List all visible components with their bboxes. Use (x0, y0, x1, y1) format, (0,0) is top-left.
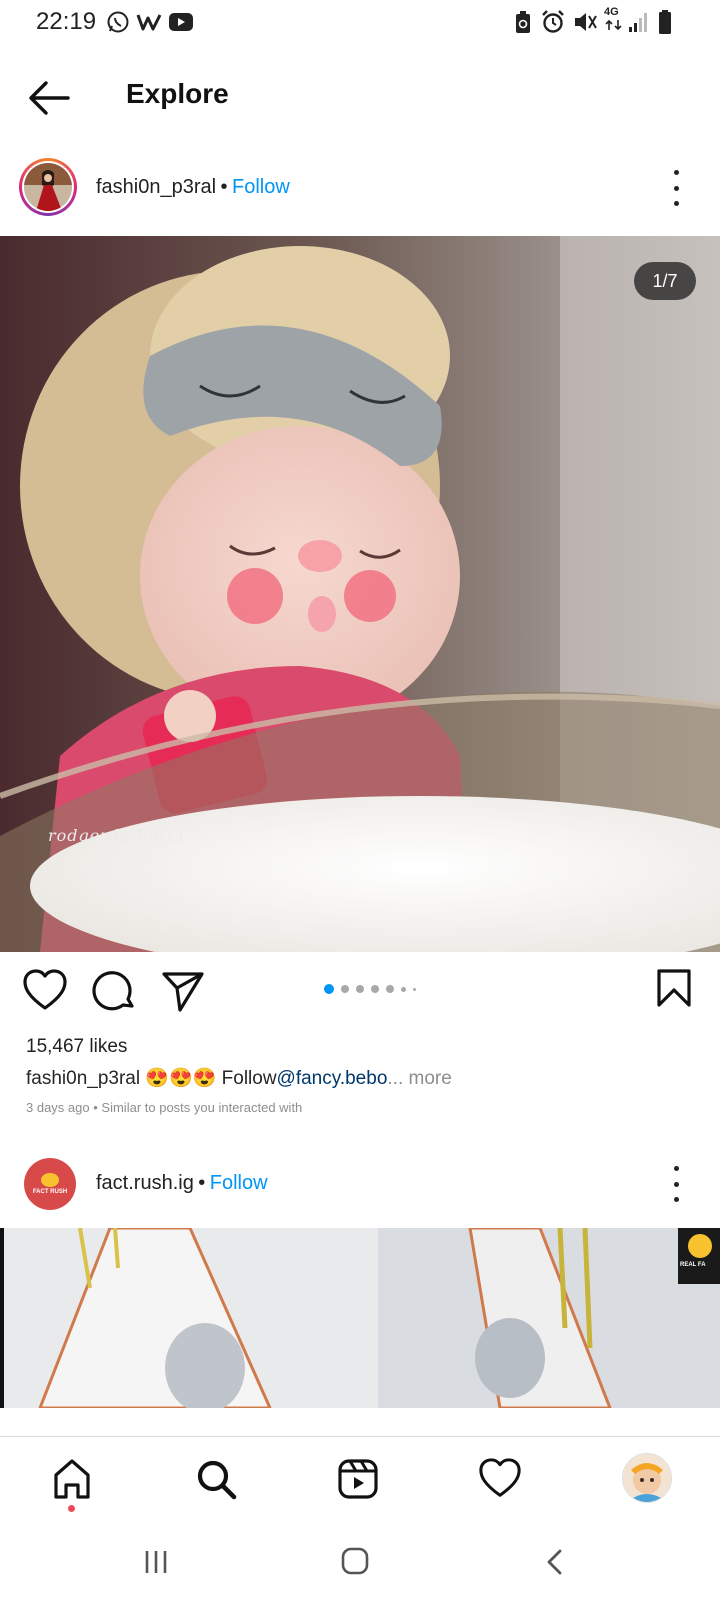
post1-follow-button[interactable]: Follow (232, 176, 290, 198)
post1-caption: fashi0n_p3ral 😍😍😍 Follow@fancy.bebo... m… (26, 1066, 452, 1090)
alarm-icon (542, 10, 564, 33)
caption-more-link[interactable]: ... more (387, 1068, 451, 1089)
home-system-icon[interactable] (340, 1546, 370, 1576)
search-icon[interactable] (194, 1457, 238, 1501)
caption-text: Follow (221, 1068, 277, 1089)
network-4g-icon: 4G (604, 6, 626, 38)
home-icon[interactable] (50, 1457, 94, 1501)
whatsapp-icon (107, 11, 129, 33)
recycle-icon (516, 11, 530, 33)
post2-header-text: fact.rush.ig • Follow (96, 1172, 268, 1195)
status-bar: 22:19 4G (0, 0, 720, 46)
separator-dot: • (198, 1172, 206, 1194)
image-counter-badge: 1/7 (634, 262, 696, 300)
post-timestamp: 3 days ago (26, 1100, 90, 1115)
notification-dot (68, 1505, 75, 1512)
carousel-dot-active (324, 984, 334, 994)
like-heart-icon[interactable] (22, 968, 68, 1014)
carousel-dot (386, 985, 394, 993)
post1-avatar[interactable] (19, 158, 77, 216)
post2-image-badge-text: REAL FA (680, 1262, 706, 1268)
post1-avatar-image (24, 163, 72, 211)
carousel-indicator (324, 984, 416, 994)
caption-emojis: 😍😍😍 (145, 1068, 217, 1089)
separator-dot: • (220, 176, 228, 198)
carousel-dot (413, 987, 416, 991)
youtube-icon (169, 13, 193, 31)
post2-more-options-icon[interactable] (666, 1166, 686, 1202)
caption-mention[interactable]: @fancy.bebo (277, 1068, 388, 1089)
reels-icon[interactable] (336, 1457, 380, 1501)
carousel-dot (341, 985, 349, 993)
carousel-dot (371, 985, 379, 993)
carousel-dot (356, 985, 364, 993)
activity-heart-icon[interactable] (478, 1457, 522, 1501)
profile-avatar-icon[interactable] (622, 1453, 672, 1503)
recent-apps-icon[interactable] (142, 1548, 170, 1576)
post1-header-text: fashi0n_p3ral • Follow (96, 176, 290, 199)
post2-avatar-logo-icon (41, 1173, 59, 1187)
likes-count[interactable]: 15,467 likes (26, 1036, 127, 1058)
post2-avatar[interactable]: FACT RUSH (24, 1158, 76, 1210)
carousel-dot (401, 986, 406, 992)
post2-follow-button[interactable]: Follow (210, 1172, 268, 1194)
signal-icon (629, 13, 647, 32)
caption-username[interactable]: fashi0n_p3ral (26, 1068, 140, 1089)
post2-image[interactable] (0, 1228, 720, 1408)
share-send-icon[interactable] (160, 968, 206, 1014)
network-label: 4G (604, 6, 619, 18)
mute-icon (575, 13, 597, 31)
status-time: 22:19 (36, 8, 97, 35)
post1-more-options-icon[interactable] (666, 170, 686, 206)
system-navigation-bar (0, 1536, 720, 1600)
post2-username[interactable]: fact.rush.ig (96, 1172, 194, 1194)
meta-separator: • (93, 1100, 98, 1115)
image-watermark: rodgerdollob11 (48, 826, 188, 845)
page-title: Explore (126, 78, 229, 109)
post2-avatar-text: FACT RUSH (32, 1189, 68, 1195)
header-bar (0, 60, 720, 130)
post1-username[interactable]: fashi0n_p3ral (96, 176, 216, 198)
battery-icon (659, 10, 671, 34)
recommendation-reason: Similar to posts you interacted with (101, 1100, 303, 1115)
bottom-navigation (0, 1436, 720, 1537)
w-app-icon (136, 14, 162, 31)
back-arrow-icon[interactable] (26, 78, 72, 118)
post1-meta: 3 days ago • Similar to posts you intera… (26, 1100, 302, 1115)
save-bookmark-icon[interactable] (656, 968, 692, 1008)
back-system-icon[interactable] (544, 1548, 566, 1576)
comment-icon[interactable] (92, 968, 138, 1014)
